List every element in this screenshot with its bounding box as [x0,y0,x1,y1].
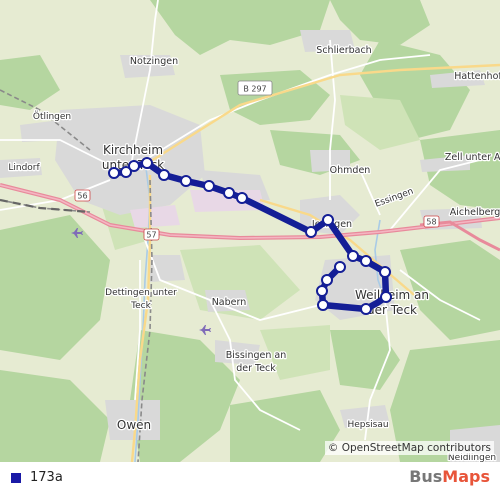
place-owen: Owen [117,418,151,432]
bus-stop[interactable] [141,157,153,169]
place-zell: Zell unter Ai [445,152,500,163]
busmaps-logo[interactable]: BusMaps [409,467,490,486]
bus-stop[interactable] [360,303,372,315]
bus-stop[interactable] [316,285,328,297]
bus-stop[interactable] [360,255,372,267]
place-otlingen: Ötlingen [33,111,71,122]
place-nabern: Nabern [212,297,247,308]
bus-stop[interactable] [317,299,329,311]
bus-stop[interactable] [128,160,140,172]
bus-stop[interactable] [203,180,215,192]
map-canvas[interactable]: 56 57 58 B 297 Notzingen Schlierbach Hat… [0,0,500,462]
place-bissingen-line1: Bissingen an [226,350,286,361]
route-color-swatch [11,473,21,483]
map-attribution[interactable]: © OpenStreetMap contributors [324,441,494,455]
motorway-junction-57: 57 [143,228,160,241]
bus-stop[interactable] [334,261,346,273]
brand-part1: Bus [409,467,443,486]
place-aichelberg: Aichelberg [450,207,500,218]
bus-stop[interactable] [347,250,359,262]
place-dettingen-line2: Teck [130,301,151,311]
junction-56-label: 56 [77,192,87,201]
place-notzingen: Notzingen [130,56,178,67]
place-dettingen-line1: Dettingen unter [105,288,177,298]
motorway-junction-56: 56 [74,189,91,202]
junction-58-label: 58 [426,218,436,227]
place-weilheim-line1: Weilheim an [355,288,429,302]
place-hattenhof: Hattenhof [454,71,500,82]
place-hepsisau: Hepsisau [347,420,388,430]
bus-stop[interactable] [379,266,391,278]
bus-stop[interactable] [236,192,248,204]
place-bissingen-line2: der Teck [236,363,276,374]
brand-part2: Maps [442,467,490,486]
place-ohmden: Ohmden [330,165,371,176]
b297-label: B 297 [243,85,266,94]
place-lindorf: Lindorf [8,163,40,173]
route-label: 173a [30,470,63,485]
bus-stop[interactable] [223,187,235,199]
place-schlierbach: Schlierbach [316,45,371,56]
road-shield-b297: B 297 [237,80,273,96]
bus-stop[interactable] [158,169,170,181]
map-view[interactable]: 56 57 58 B 297 Notzingen Schlierbach Hat… [0,0,500,462]
bus-stop[interactable] [305,226,317,238]
bus-stop[interactable] [380,291,392,303]
motorway-junction-58: 58 [423,215,440,228]
attribution-text: © OpenStreetMap contributors [327,442,491,454]
bus-stop[interactable] [322,214,334,226]
place-kirchheim-line1: Kirchheim [103,143,163,157]
junction-57-label: 57 [146,231,156,240]
bus-stop[interactable] [108,167,120,179]
bus-stop[interactable] [180,175,192,187]
bus-stop[interactable] [321,274,333,286]
